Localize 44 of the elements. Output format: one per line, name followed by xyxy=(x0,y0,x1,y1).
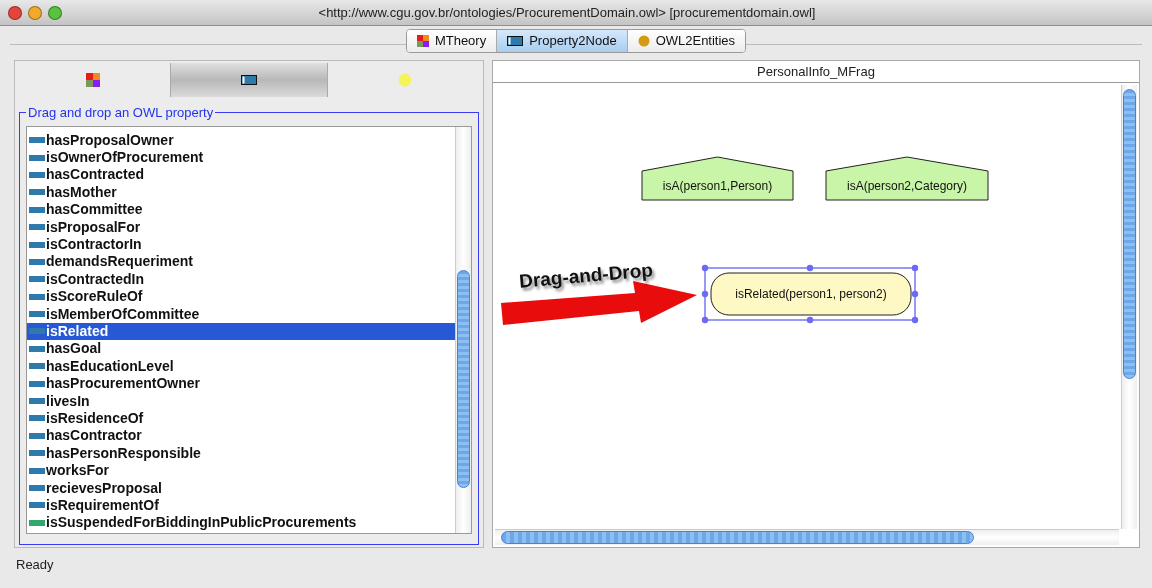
property-item[interactable]: hasContractor xyxy=(27,427,455,445)
vertical-scrollbar[interactable] xyxy=(1121,85,1137,529)
property-item[interactable]: isScoreRuleOf xyxy=(27,288,455,306)
property-item[interactable]: isRelated xyxy=(27,322,455,341)
property-item[interactable]: isMemberOfCommittee xyxy=(27,305,455,323)
property-item[interactable]: isResidenceOf xyxy=(27,409,455,428)
grid-squares-icon xyxy=(85,73,100,87)
tab[interactable]: Property2Node xyxy=(497,30,628,52)
circle-icon xyxy=(637,35,650,47)
property-item[interactable]: isContractedIn xyxy=(27,270,455,288)
window-controls[interactable] xyxy=(8,5,62,20)
status-text: Ready xyxy=(15,556,55,574)
window-title: <http://www.cgu.gov.br/ontologies/ProcurementDomain.owl> [procurementdomain.owl] xyxy=(317,3,817,22)
property-item[interactable]: hasPersonResponsible xyxy=(27,444,455,462)
property-item[interactable]: isSuspendedForBiddingInPublicProcurements xyxy=(27,514,455,532)
property-item[interactable]: isContractorIn xyxy=(27,235,455,254)
property-item[interactable]: demandsRequeriment xyxy=(27,253,455,271)
property-item[interactable]: isProposalFor xyxy=(27,218,455,236)
property-item[interactable]: hasCommittee xyxy=(27,201,455,219)
icon-tab[interactable] xyxy=(170,63,328,97)
property-item[interactable]: isRequirementOf xyxy=(27,496,455,515)
horizontal-scrollbar[interactable] xyxy=(495,529,1119,545)
property-item[interactable]: isOwnerOfProcurement xyxy=(27,148,455,167)
annotation-label: Drag-and-Drop xyxy=(518,258,655,294)
property-item[interactable]: hasGoal xyxy=(27,340,455,358)
grid-squares-icon xyxy=(416,35,429,47)
bar-icon xyxy=(241,75,257,85)
bar-icon xyxy=(507,36,524,46)
property-item[interactable]: hasProcurementOwner xyxy=(27,374,455,393)
tab[interactable]: OWL2Entities xyxy=(627,30,746,52)
tab[interactable]: MTheory xyxy=(406,30,498,52)
vertical-scrollbar[interactable] xyxy=(455,126,471,533)
property-item[interactable]: hasContracted xyxy=(27,166,455,184)
property-item[interactable]: hasProposalOwner xyxy=(27,131,455,149)
context-node[interactable]: isA(person1,Person) xyxy=(641,156,794,201)
property-item[interactable]: worksFor xyxy=(27,461,455,480)
property-item[interactable]: hasMother xyxy=(27,183,455,202)
mfrag-title: PersonalInfo_MFrag xyxy=(493,61,1139,83)
property-item[interactable]: hasEducationLevel xyxy=(27,357,455,375)
circle-icon xyxy=(398,73,413,87)
context-node[interactable]: isA(person2,Category) xyxy=(825,156,989,201)
resident-node[interactable]: isRelated(person1, person2) xyxy=(701,264,919,324)
property-item[interactable]: livesIn xyxy=(27,392,455,410)
property-item[interactable]: recievesProposal xyxy=(27,479,455,497)
